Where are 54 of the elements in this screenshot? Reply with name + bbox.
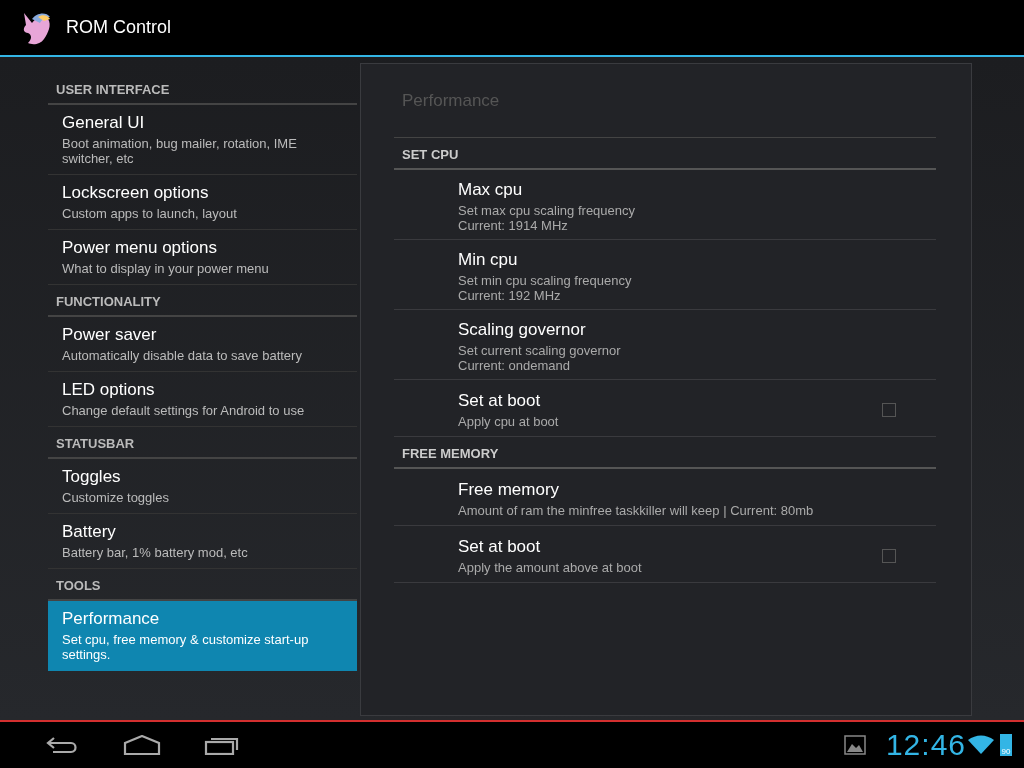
settings-category-item[interactable]: Battery Battery bar, 1% battery mod, etc [48, 514, 357, 569]
preference-title[interactable]: Min cpu [458, 250, 896, 270]
preference-title[interactable]: Max cpu [458, 180, 896, 200]
item-title: Lockscreen options [62, 183, 210, 203]
preference-summary: Set current scaling governor [458, 343, 622, 358]
preference-summary: Apply cpu at boot [458, 414, 560, 429]
item-title: Power saver [62, 325, 158, 345]
image-notification-icon[interactable] [843, 735, 866, 755]
settings-category-item[interactable]: General UI Boot animation, bug mailer, rotation, IME switcher, etc [48, 105, 357, 175]
section-header: FREE MEMORY [394, 437, 936, 469]
app-title: ROM Control [66, 17, 172, 38]
settings-category-item[interactable]: LED options Change default settings for Android to use [48, 372, 357, 427]
settings-category-item[interactable]: Toggles Customize toggles [48, 459, 357, 514]
item-title: Toggles [62, 467, 122, 487]
item-title: General UI [62, 113, 146, 133]
preference-summary: Current: ondemand [458, 358, 571, 373]
wifi-icon [968, 735, 994, 755]
settings-category-item[interactable]: Power menu options What to display in your power menu [48, 230, 357, 285]
item-title: Battery [62, 522, 117, 542]
preference-summary: Current: 1914 MHz [458, 218, 569, 233]
preference-title[interactable]: Scaling governor [458, 320, 896, 340]
category-header: FUNCTIONALITY [48, 285, 357, 317]
item-summary: Set cpu, free memory & customize start-up settings. [62, 632, 310, 662]
back-icon[interactable] [45, 735, 79, 755]
preference-summary: Current: 192 MHz [458, 288, 562, 303]
settings-category-item[interactable]: Performance Set cpu, free memory & customize start-up settings. [48, 601, 357, 671]
item-summary: Change default settings for Android to use [62, 403, 306, 418]
category-header: STATUSBAR [48, 427, 357, 459]
checkbox[interactable] [882, 549, 896, 563]
preference-summary: Set max cpu scaling frequency [458, 203, 637, 218]
item-summary: Automatically disable data to save battery [62, 348, 303, 363]
item-summary: What to display in your power menu [62, 261, 270, 276]
preference-summary: Set min cpu scaling frequency [458, 273, 633, 288]
recent-apps-icon[interactable] [204, 735, 240, 755]
preference-summary: Amount of ram the minfree taskkiller will keep | Current: 80mb [458, 503, 815, 518]
item-title: Power menu options [62, 238, 218, 258]
preference-title[interactable]: Set at boot [458, 391, 882, 411]
preference-title[interactable]: Set at boot [458, 537, 882, 557]
item-summary: Customize toggles [62, 490, 170, 505]
battery-level: 90 [1000, 734, 1012, 756]
preference-title[interactable]: Free memory [458, 480, 896, 500]
settings-category-item[interactable]: Power saver Automatically disable data to save battery [48, 317, 357, 372]
item-title: Performance [62, 609, 161, 629]
settings-category-item[interactable]: Lockscreen options Custom apps to launch, layout [48, 175, 357, 230]
section-header: SET CPU [394, 138, 936, 170]
home-icon[interactable] [123, 735, 161, 755]
item-title: LED options [62, 380, 156, 400]
category-header: USER INTERFACE [48, 73, 357, 105]
item-summary: Battery bar, 1% battery mod, etc [62, 545, 249, 560]
item-summary: Boot animation, bug mailer, rotation, IME switcher, etc [62, 136, 298, 166]
clock: 12:46 [885, 728, 966, 762]
item-summary: Custom apps to launch, layout [62, 206, 238, 221]
checkbox[interactable] [882, 403, 896, 417]
preference-summary: Apply the amount above at boot [458, 560, 643, 575]
